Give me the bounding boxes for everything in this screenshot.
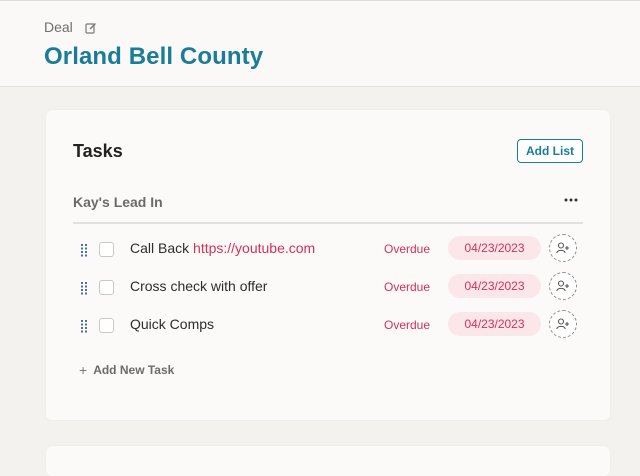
drag-handle-icon[interactable]	[81, 320, 87, 333]
task-list-header: Kay's Lead In	[73, 190, 583, 224]
due-date-chip[interactable]: 04/23/2023	[448, 236, 541, 260]
task-row: Quick Comps Overdue 04/23/2023	[73, 310, 583, 341]
task-row: Call Back https://youtube.com Overdue 04…	[73, 234, 583, 265]
due-date-chip[interactable]: 04/23/2023	[448, 274, 541, 298]
task-list-name: Kay's Lead In	[73, 194, 163, 210]
overdue-status: Overdue	[384, 242, 431, 256]
task-row: Cross check with offer Overdue 04/23/202…	[73, 272, 583, 303]
ellipsis-icon[interactable]	[561, 190, 581, 210]
task-title: Quick Comps	[130, 316, 215, 332]
overdue-status: Overdue	[384, 318, 431, 332]
task-title: Call Back	[130, 240, 190, 256]
task-checkbox[interactable]	[99, 242, 114, 257]
task-link[interactable]: https://youtube.com	[193, 240, 315, 256]
tasks-card: Tasks Add List Kay's Lead In Call Back h…	[46, 110, 610, 420]
task-checkbox[interactable]	[99, 318, 114, 333]
task-checkbox[interactable]	[99, 280, 114, 295]
drag-handle-icon[interactable]	[81, 244, 87, 257]
add-new-task-label: Add New Task	[93, 363, 175, 377]
add-new-task-button[interactable]: + Add New Task	[79, 362, 174, 378]
secondary-card	[46, 446, 610, 476]
assign-user-icon[interactable]	[549, 310, 577, 338]
overdue-status: Overdue	[384, 280, 431, 294]
task-title: Cross check with offer	[130, 278, 268, 294]
breadcrumb-label: Deal	[44, 19, 73, 35]
assign-user-icon[interactable]	[549, 234, 577, 262]
assign-user-icon[interactable]	[549, 272, 577, 300]
task-label: Call Back https://youtube.com	[130, 240, 315, 256]
breadcrumb: Deal	[44, 19, 97, 35]
due-date-chip[interactable]: 04/23/2023	[448, 312, 541, 336]
deal-header: Deal Orland Bell County	[0, 0, 640, 87]
drag-handle-icon[interactable]	[81, 282, 87, 295]
add-list-button[interactable]: Add List	[517, 139, 583, 163]
plus-icon: +	[79, 362, 88, 378]
tasks-heading: Tasks	[73, 141, 123, 161]
edit-icon[interactable]	[85, 21, 97, 34]
page-title: Orland Bell County	[44, 43, 264, 70]
